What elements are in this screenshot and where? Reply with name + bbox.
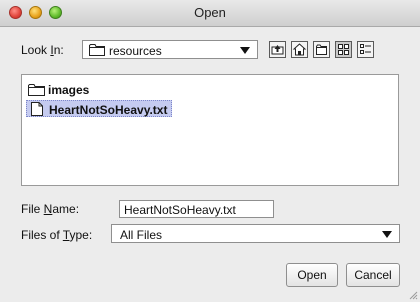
up-folder-button[interactable]: [269, 41, 286, 58]
files-of-type-label: Files of Type:: [21, 228, 93, 242]
list-item-folder[interactable]: images: [26, 81, 166, 98]
file-name-text: images: [48, 83, 90, 97]
look-in-label: Look In:: [21, 43, 64, 57]
document-icon: [31, 102, 43, 116]
list-item-file[interactable]: HeartNotSoHeavy.txt: [26, 100, 172, 117]
file-name-text: HeartNotSoHeavy.txt: [49, 103, 168, 117]
details-view-icon: [360, 44, 371, 54]
files-of-type-value: All Files: [120, 228, 163, 242]
list-view-button[interactable]: [335, 41, 352, 58]
home-icon: [292, 43, 307, 56]
file-name-input[interactable]: HeartNotSoHeavy.txt: [119, 200, 274, 218]
resize-grip-icon[interactable]: [408, 290, 418, 300]
cancel-button[interactable]: Cancel: [346, 263, 400, 287]
look-in-combo[interactable]: resources: [82, 40, 258, 59]
file-name-value: HeartNotSoHeavy.txt: [124, 203, 236, 217]
title-bar[interactable]: Open: [0, 0, 420, 27]
open-button[interactable]: Open: [286, 263, 338, 287]
folder-icon: [28, 84, 45, 96]
new-folder-button[interactable]: [313, 41, 330, 58]
file-list[interactable]: images HeartNotSoHeavy.txt: [21, 74, 399, 186]
open-dialog: Open Look In: resources images HeartNotS…: [0, 0, 420, 302]
home-button[interactable]: [291, 41, 308, 58]
chevron-down-icon: [240, 47, 250, 54]
look-in-value: resources: [109, 44, 162, 58]
new-folder-icon: [316, 44, 327, 55]
window-title: Open: [194, 5, 226, 20]
list-view-icon: [338, 44, 349, 55]
chevron-down-icon: [382, 231, 392, 238]
details-view-button[interactable]: [357, 41, 374, 58]
folder-icon: [89, 44, 105, 56]
files-of-type-combo[interactable]: All Files: [111, 224, 400, 243]
file-name-label: File Name:: [21, 202, 80, 216]
up-folder-icon: [271, 45, 284, 55]
